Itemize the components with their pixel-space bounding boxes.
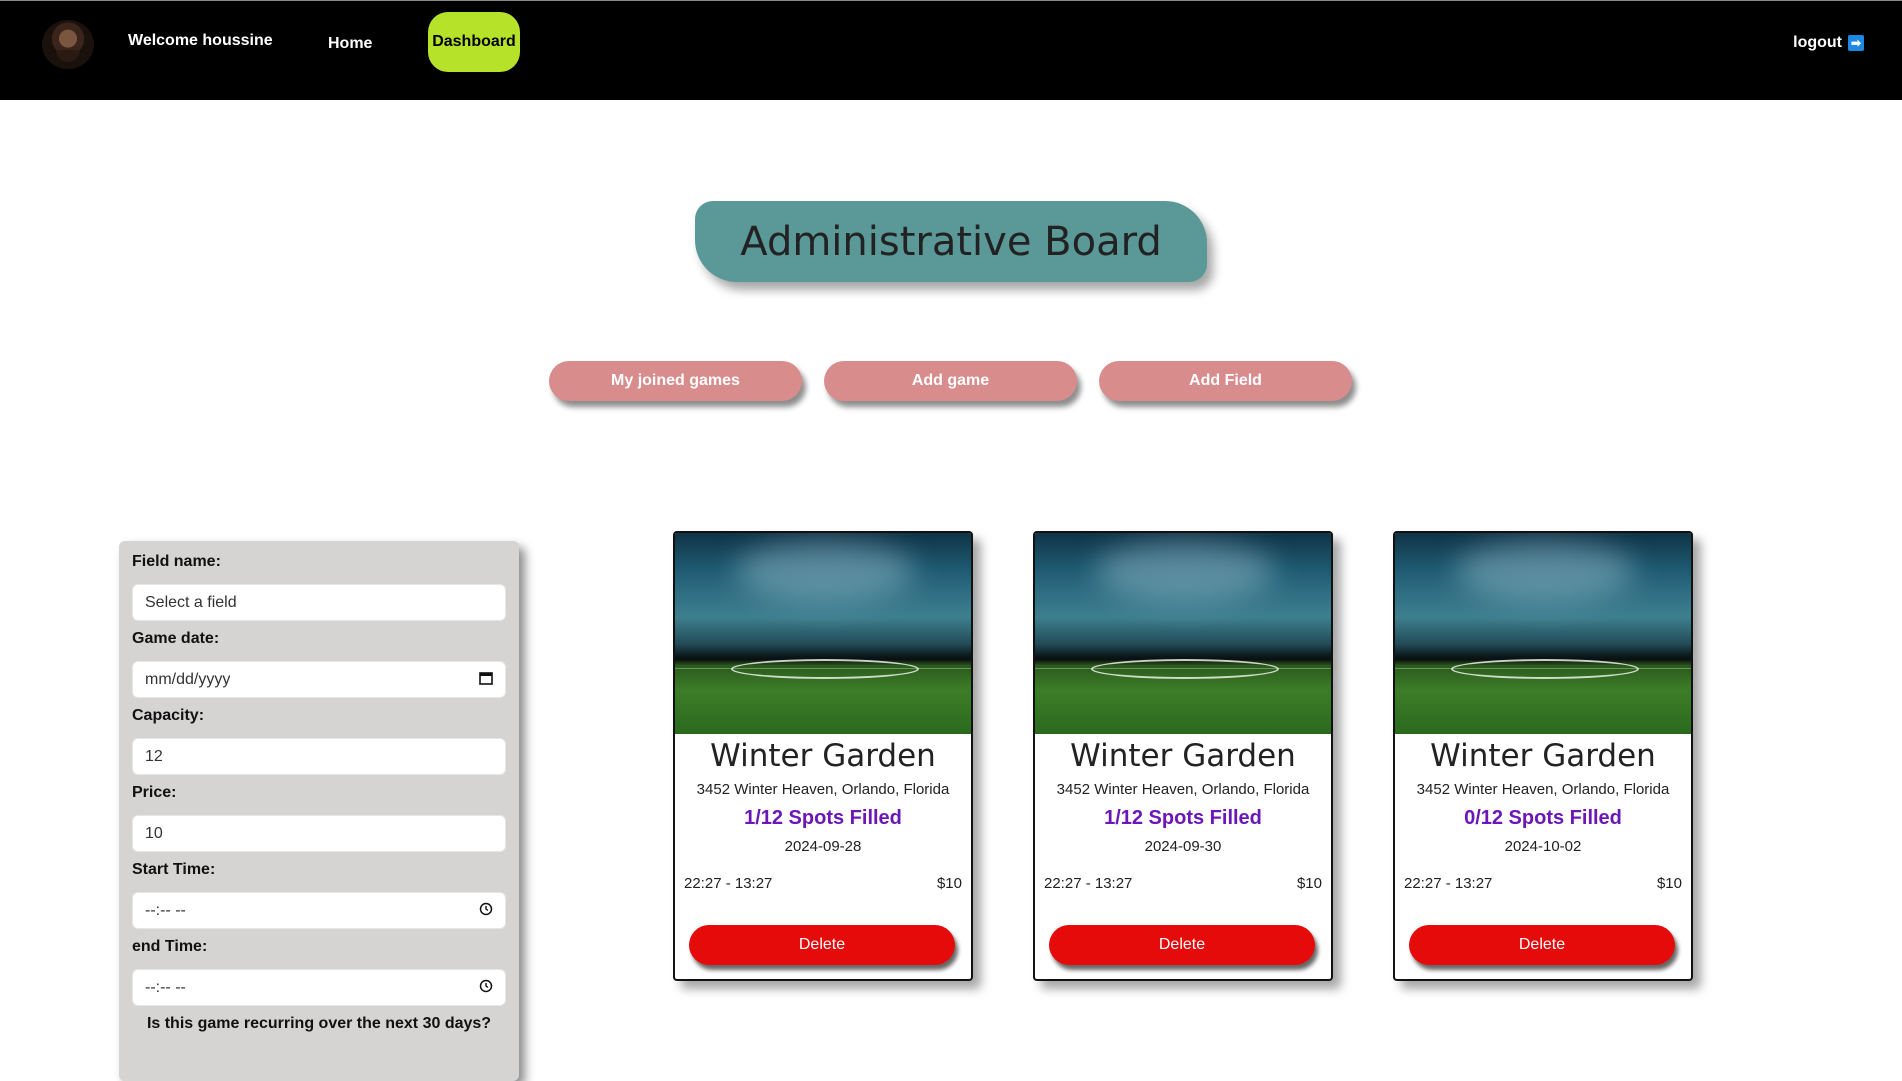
card-address: 3452 Winter Heaven, Orlando, Florida bbox=[696, 781, 950, 798]
card-date: 2024-10-02 bbox=[1504, 838, 1582, 855]
my-joined-games-button[interactable]: My joined games bbox=[549, 361, 802, 401]
price-label: Price: bbox=[132, 784, 177, 801]
card-title: Winter Garden bbox=[1070, 738, 1296, 774]
calendar-icon[interactable] bbox=[479, 671, 493, 689]
card-time: 22:27 - 13:27 bbox=[1044, 875, 1133, 892]
start-time-input[interactable]: --:-- -- bbox=[132, 892, 506, 929]
card-spots: 1/12 Spots Filled bbox=[744, 807, 902, 829]
card-meta: 22:27 - 13:27 $10 bbox=[675, 875, 971, 892]
card-spots: 1/12 Spots Filled bbox=[1104, 807, 1262, 829]
welcome-text: Welcome houssine bbox=[128, 32, 273, 49]
card-title: Winter Garden bbox=[1430, 738, 1656, 774]
game-card: Winter Garden 3452 Winter Heaven, Orland… bbox=[673, 531, 973, 981]
page-title: Administrative Board bbox=[695, 201, 1207, 282]
start-time-value: --:-- -- bbox=[145, 901, 186, 919]
add-game-button[interactable]: Add game bbox=[824, 361, 1077, 401]
nav-dashboard-link[interactable]: Dashboard bbox=[428, 12, 520, 72]
clock-icon[interactable] bbox=[479, 979, 493, 997]
delete-button[interactable]: Delete bbox=[689, 925, 955, 965]
card-title: Winter Garden bbox=[710, 738, 936, 774]
card-address: 3452 Winter Heaven, Orlando, Florida bbox=[1416, 781, 1670, 798]
add-game-form: Field name: Select a field Game date: mm… bbox=[119, 541, 519, 1081]
card-address: 3452 Winter Heaven, Orlando, Florida bbox=[1056, 781, 1310, 798]
top-navbar: Welcome houssine Home Dashboard logout ➡ bbox=[0, 0, 1902, 100]
price-value: 10 bbox=[145, 824, 163, 842]
logout-arrow-icon: ➡ bbox=[1848, 35, 1864, 51]
card-meta: 22:27 - 13:27 $10 bbox=[1395, 875, 1691, 892]
end-time-input[interactable]: --:-- -- bbox=[132, 969, 506, 1006]
card-meta: 22:27 - 13:27 $10 bbox=[1035, 875, 1331, 892]
card-price: $10 bbox=[1656, 875, 1682, 892]
capacity-label: Capacity: bbox=[132, 707, 205, 724]
nav-home-link[interactable]: Home bbox=[328, 35, 372, 53]
card-date: 2024-09-30 bbox=[1144, 838, 1222, 855]
end-time-value: --:-- -- bbox=[145, 978, 186, 996]
field-name-label: Field name: bbox=[132, 553, 221, 570]
end-time-label: end Time: bbox=[132, 938, 208, 955]
action-buttons: My joined games Add game Add Field bbox=[549, 361, 1352, 401]
recurring-question: Is this game recurring over the next 30 … bbox=[146, 1015, 492, 1032]
stadium-image bbox=[1395, 533, 1691, 734]
user-avatar[interactable] bbox=[42, 20, 94, 69]
delete-button[interactable]: Delete bbox=[1049, 925, 1315, 965]
game-date-label: Game date: bbox=[132, 630, 220, 647]
add-field-button[interactable]: Add Field bbox=[1099, 361, 1352, 401]
field-name-select[interactable]: Select a field bbox=[132, 584, 506, 621]
game-card: Winter Garden 3452 Winter Heaven, Orland… bbox=[1393, 531, 1693, 981]
stadium-image bbox=[675, 533, 971, 734]
price-input[interactable]: 10 bbox=[132, 815, 506, 852]
capacity-value: 12 bbox=[145, 747, 163, 765]
delete-button[interactable]: Delete bbox=[1409, 925, 1675, 965]
logout-button[interactable]: logout ➡ bbox=[1793, 34, 1864, 52]
card-spots: 0/12 Spots Filled bbox=[1464, 807, 1622, 829]
card-price: $10 bbox=[1296, 875, 1322, 892]
start-time-label: Start Time: bbox=[132, 861, 216, 878]
stadium-image bbox=[1035, 533, 1331, 734]
game-date-value: mm/dd/yyyy bbox=[145, 670, 231, 688]
card-date: 2024-09-28 bbox=[784, 838, 862, 855]
card-time: 22:27 - 13:27 bbox=[684, 875, 773, 892]
field-name-value: Select a field bbox=[145, 593, 237, 611]
card-time: 22:27 - 13:27 bbox=[1404, 875, 1493, 892]
game-date-input[interactable]: mm/dd/yyyy bbox=[132, 661, 506, 698]
card-price: $10 bbox=[936, 875, 962, 892]
logout-label: logout bbox=[1793, 34, 1842, 51]
game-card: Winter Garden 3452 Winter Heaven, Orland… bbox=[1033, 531, 1333, 981]
capacity-input[interactable]: 12 bbox=[132, 738, 506, 775]
clock-icon[interactable] bbox=[479, 902, 493, 920]
